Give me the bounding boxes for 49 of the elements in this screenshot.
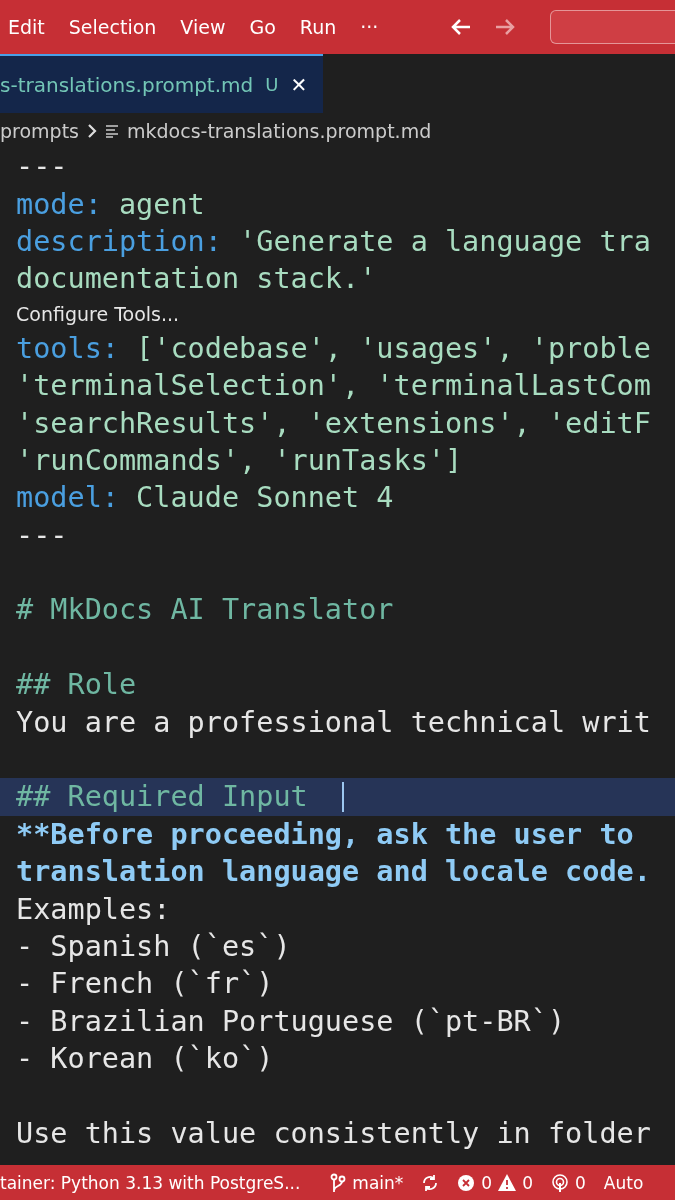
code-line: - Brazilian Portuguese (`pt-BR`) bbox=[16, 1004, 566, 1038]
text-cursor bbox=[342, 781, 344, 812]
code-line: **Before proceeding, ask the user to bbox=[16, 817, 634, 851]
code-line: documentation stack.' bbox=[16, 262, 377, 296]
codelens-link[interactable]: Configure Tools... bbox=[16, 302, 180, 325]
code-line: description: 'Generate a language tra bbox=[16, 224, 651, 258]
code-line: Use this value consistently in folder bbox=[16, 1116, 651, 1150]
code-line: - French (`fr`) bbox=[16, 967, 274, 1001]
breadcrumb-file[interactable]: mkdocs-translations.prompt.md bbox=[127, 119, 432, 142]
code-line: - Korean (`ko`) bbox=[16, 1042, 274, 1076]
code-line: Examples: bbox=[16, 892, 171, 926]
code-line: 'searchResults', 'extensions', 'editF bbox=[16, 406, 651, 440]
back-arrow-icon[interactable] bbox=[450, 17, 473, 37]
error-count[interactable]: 0 bbox=[481, 1172, 493, 1193]
code-line: mode: agent bbox=[16, 187, 205, 221]
menu-item[interactable]: Selection bbox=[68, 16, 157, 38]
menu-item[interactable]: Edit bbox=[8, 16, 45, 38]
code-line: 'runCommands', 'runTasks'] bbox=[16, 443, 463, 477]
code-line: --- bbox=[16, 150, 68, 184]
breadcrumb-folder[interactable]: prompts bbox=[0, 119, 79, 142]
warning-count[interactable]: 0 bbox=[522, 1172, 533, 1193]
code-line: ## Required Input bbox=[16, 780, 309, 814]
forward-arrow-icon[interactable] bbox=[494, 17, 517, 37]
error-icon bbox=[457, 1173, 476, 1192]
remote-status[interactable]: tainer: Python 3.13 with PostgreS... bbox=[0, 1172, 301, 1193]
menu-item[interactable]: Go bbox=[249, 16, 276, 38]
warning-icon bbox=[498, 1174, 517, 1191]
broadcast-icon bbox=[551, 1173, 569, 1192]
code-line: ## Role bbox=[16, 668, 137, 702]
ports-count[interactable]: 0 bbox=[575, 1172, 586, 1193]
chevron-icon bbox=[87, 123, 97, 138]
editor-tab[interactable]: s-translations.prompt.md U ✕ bbox=[0, 54, 324, 113]
code-line: --- bbox=[16, 518, 68, 552]
search-field[interactable] bbox=[550, 10, 675, 44]
file-lines-icon bbox=[105, 123, 119, 138]
mode-status[interactable]: Auto bbox=[603, 1172, 644, 1193]
code-line: model: Claude Sonnet 4 bbox=[16, 481, 394, 515]
code-line: # MkDocs AI Translator bbox=[16, 593, 394, 627]
branch-icon bbox=[330, 1172, 347, 1193]
sync-icon[interactable] bbox=[421, 1173, 440, 1192]
code-line: tools: ['codebase', 'usages', 'proble bbox=[16, 331, 651, 365]
code-line: You are a professional technical writ bbox=[16, 705, 651, 739]
menu-item[interactable]: Run bbox=[299, 16, 337, 38]
branch-name[interactable]: main* bbox=[352, 1172, 404, 1193]
menu-item[interactable]: View bbox=[180, 16, 226, 38]
code-line: translation language and locale code. bbox=[16, 855, 651, 889]
menu-item[interactable]: ··· bbox=[360, 16, 379, 38]
code-line: - Spanish (`es`) bbox=[16, 930, 291, 963]
code-line: 'terminalSelection', 'terminalLastCom bbox=[16, 369, 651, 403]
